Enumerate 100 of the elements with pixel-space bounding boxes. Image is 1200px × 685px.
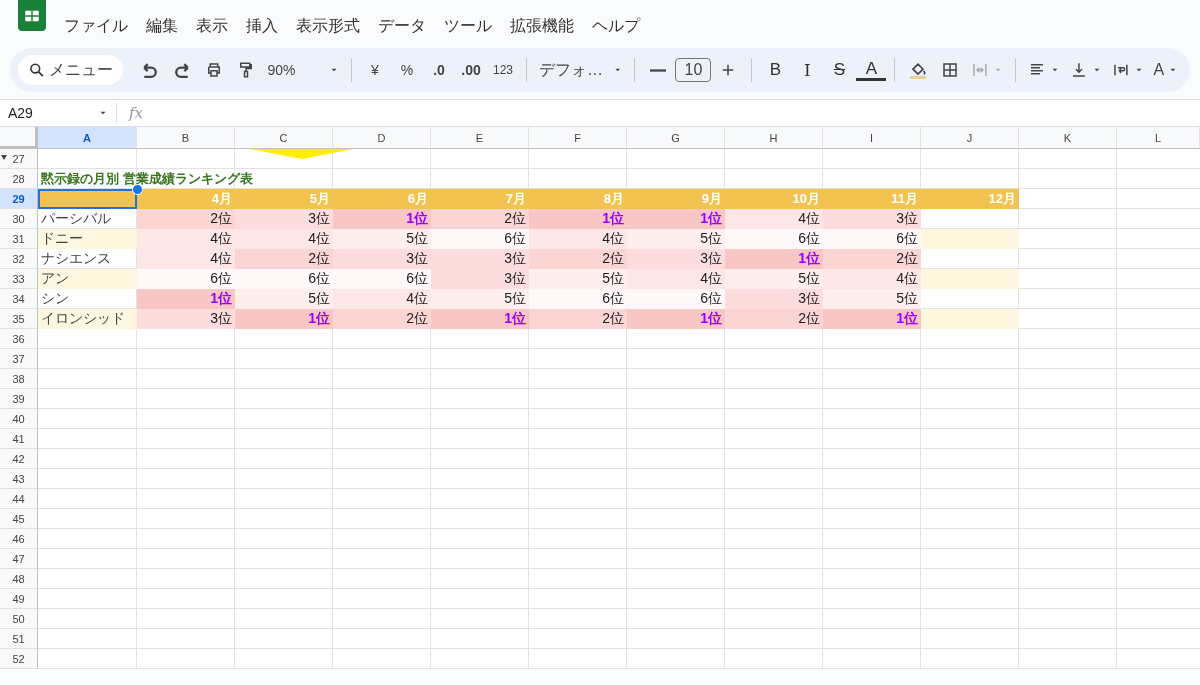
column-header[interactable]: D (333, 127, 431, 149)
rank-cell: 2位 (529, 249, 627, 269)
row-header[interactable]: 49 (0, 589, 38, 609)
rank-cell: 6位 (431, 229, 529, 249)
rank-cell: 1位 (137, 289, 235, 309)
menu-item[interactable]: 表示形式 (288, 14, 368, 39)
menu-item[interactable]: ツール (436, 14, 500, 39)
name-box[interactable]: A29 (0, 103, 117, 123)
currency-button[interactable]: ¥ (360, 55, 390, 85)
minus-icon (650, 68, 667, 72)
menu-item[interactable]: ファイル (56, 14, 136, 39)
row-header[interactable]: 52 (0, 649, 38, 669)
row-header[interactable]: 29 (0, 189, 38, 209)
row-header[interactable]: 51 (0, 629, 38, 649)
month-header-cell: 5月 (235, 189, 333, 209)
column-header[interactable]: A (38, 127, 137, 149)
rank-cell: 6位 (137, 269, 235, 289)
row-header[interactable]: 37 (0, 349, 38, 369)
month-header-cell: 4月 (137, 189, 235, 209)
strikethrough-button[interactable]: S (824, 55, 855, 85)
name-cell-text: シン (40, 289, 70, 308)
row-header[interactable]: 41 (0, 429, 38, 449)
rank-cell: 4位 (235, 229, 333, 249)
increase-decimal-button[interactable]: .00 (456, 55, 486, 85)
rank-cell: 4位 (725, 209, 823, 229)
decrease-decimal-button[interactable]: .0 (424, 55, 454, 85)
text-color-button[interactable]: A (856, 59, 887, 81)
row-header[interactable]: 32 (0, 249, 38, 269)
rank-cell: 4位 (627, 269, 725, 289)
italic-button[interactable]: I (792, 55, 823, 85)
row-header[interactable]: 30 (0, 209, 38, 229)
month-header-cell: 12月 (921, 189, 1019, 209)
bold-button[interactable]: B (760, 55, 791, 85)
menu-item[interactable]: 挿入 (238, 14, 286, 39)
formula-label: fx (129, 104, 143, 122)
row-header[interactable]: 31 (0, 229, 38, 249)
column-header[interactable]: G (627, 127, 725, 149)
rank-cell: 6位 (235, 269, 333, 289)
rank-cell: 5位 (529, 269, 627, 289)
menu-item[interactable]: 拡張機能 (502, 14, 582, 39)
row-header[interactable]: 43 (0, 469, 38, 489)
name-cell: アン (38, 269, 137, 289)
number-format-button[interactable]: 123 (488, 55, 518, 85)
rank-cell: 5位 (333, 229, 431, 249)
row-header[interactable]: 33 (0, 269, 38, 289)
column-header[interactable]: K (1019, 127, 1117, 149)
rank-cell: 1位 (235, 309, 333, 329)
row-header[interactable]: 40 (0, 409, 38, 429)
column-header[interactable]: F (529, 127, 627, 149)
column-header[interactable]: I (823, 127, 921, 149)
month-header-cell: 10月 (725, 189, 823, 209)
column-header[interactable]: E (431, 127, 529, 149)
row-header[interactable]: 50 (0, 609, 38, 629)
row-header[interactable]: 38 (0, 369, 38, 389)
column-header[interactable]: J (921, 127, 1019, 149)
menu-item[interactable]: データ (370, 14, 434, 39)
text-rotation-button[interactable]: A (1149, 55, 1183, 85)
group-caret-icon[interactable] (1, 155, 7, 160)
rank-cell: 3位 (627, 249, 725, 269)
rank-cell: 5位 (431, 289, 529, 309)
rank-cell: 4位 (137, 229, 235, 249)
row-header[interactable]: 48 (0, 569, 38, 589)
month-header-cell: 9月 (627, 189, 725, 209)
merge-icon (971, 61, 990, 79)
zoom-select[interactable]: 90% (263, 55, 343, 85)
row-header[interactable]: 46 (0, 529, 38, 549)
rank-cell: 6位 (333, 269, 431, 289)
month-header-cell: 11月 (823, 189, 921, 209)
sheets-logo-icon[interactable] (18, 0, 46, 31)
row-header[interactable]: 28 (0, 169, 38, 189)
column-header[interactable]: B (137, 127, 235, 149)
column-header[interactable]: H (725, 127, 823, 149)
percent-button[interactable]: % (392, 55, 422, 85)
row-header[interactable]: 44 (0, 489, 38, 509)
row-header[interactable]: 35 (0, 309, 38, 329)
month-header-cell: 7月 (431, 189, 529, 209)
row-header[interactable]: 39 (0, 389, 38, 409)
rank-cell: 1位 (627, 209, 725, 229)
row-header[interactable]: 27 (0, 149, 38, 169)
rank-cell: 3位 (725, 289, 823, 309)
rank-cell: 3位 (431, 249, 529, 269)
row-header[interactable]: 42 (0, 449, 38, 469)
rank-cell: 3位 (333, 249, 431, 269)
menu-item[interactable]: 編集 (138, 14, 186, 39)
row-header[interactable]: 36 (0, 329, 38, 349)
rank-cell: 4位 (823, 269, 921, 289)
font-select[interactable]: デフォ… (535, 55, 627, 85)
rank-cell: 1位 (823, 309, 921, 329)
selected-cell[interactable] (38, 189, 137, 209)
redo-icon (175, 62, 190, 78)
column-header[interactable]: L (1117, 127, 1200, 149)
column-header[interactable]: C (235, 127, 333, 149)
font-size-field[interactable]: 10 (675, 58, 712, 82)
row-header[interactable]: 47 (0, 549, 38, 569)
rank-cell: 4位 (137, 249, 235, 269)
menu-item[interactable]: 表示 (188, 14, 236, 39)
row-header[interactable]: 34 (0, 289, 38, 309)
menu-item[interactable]: ヘルプ (584, 14, 648, 39)
row-header[interactable]: 45 (0, 509, 38, 529)
menu-search[interactable]: メニュー (18, 55, 124, 85)
